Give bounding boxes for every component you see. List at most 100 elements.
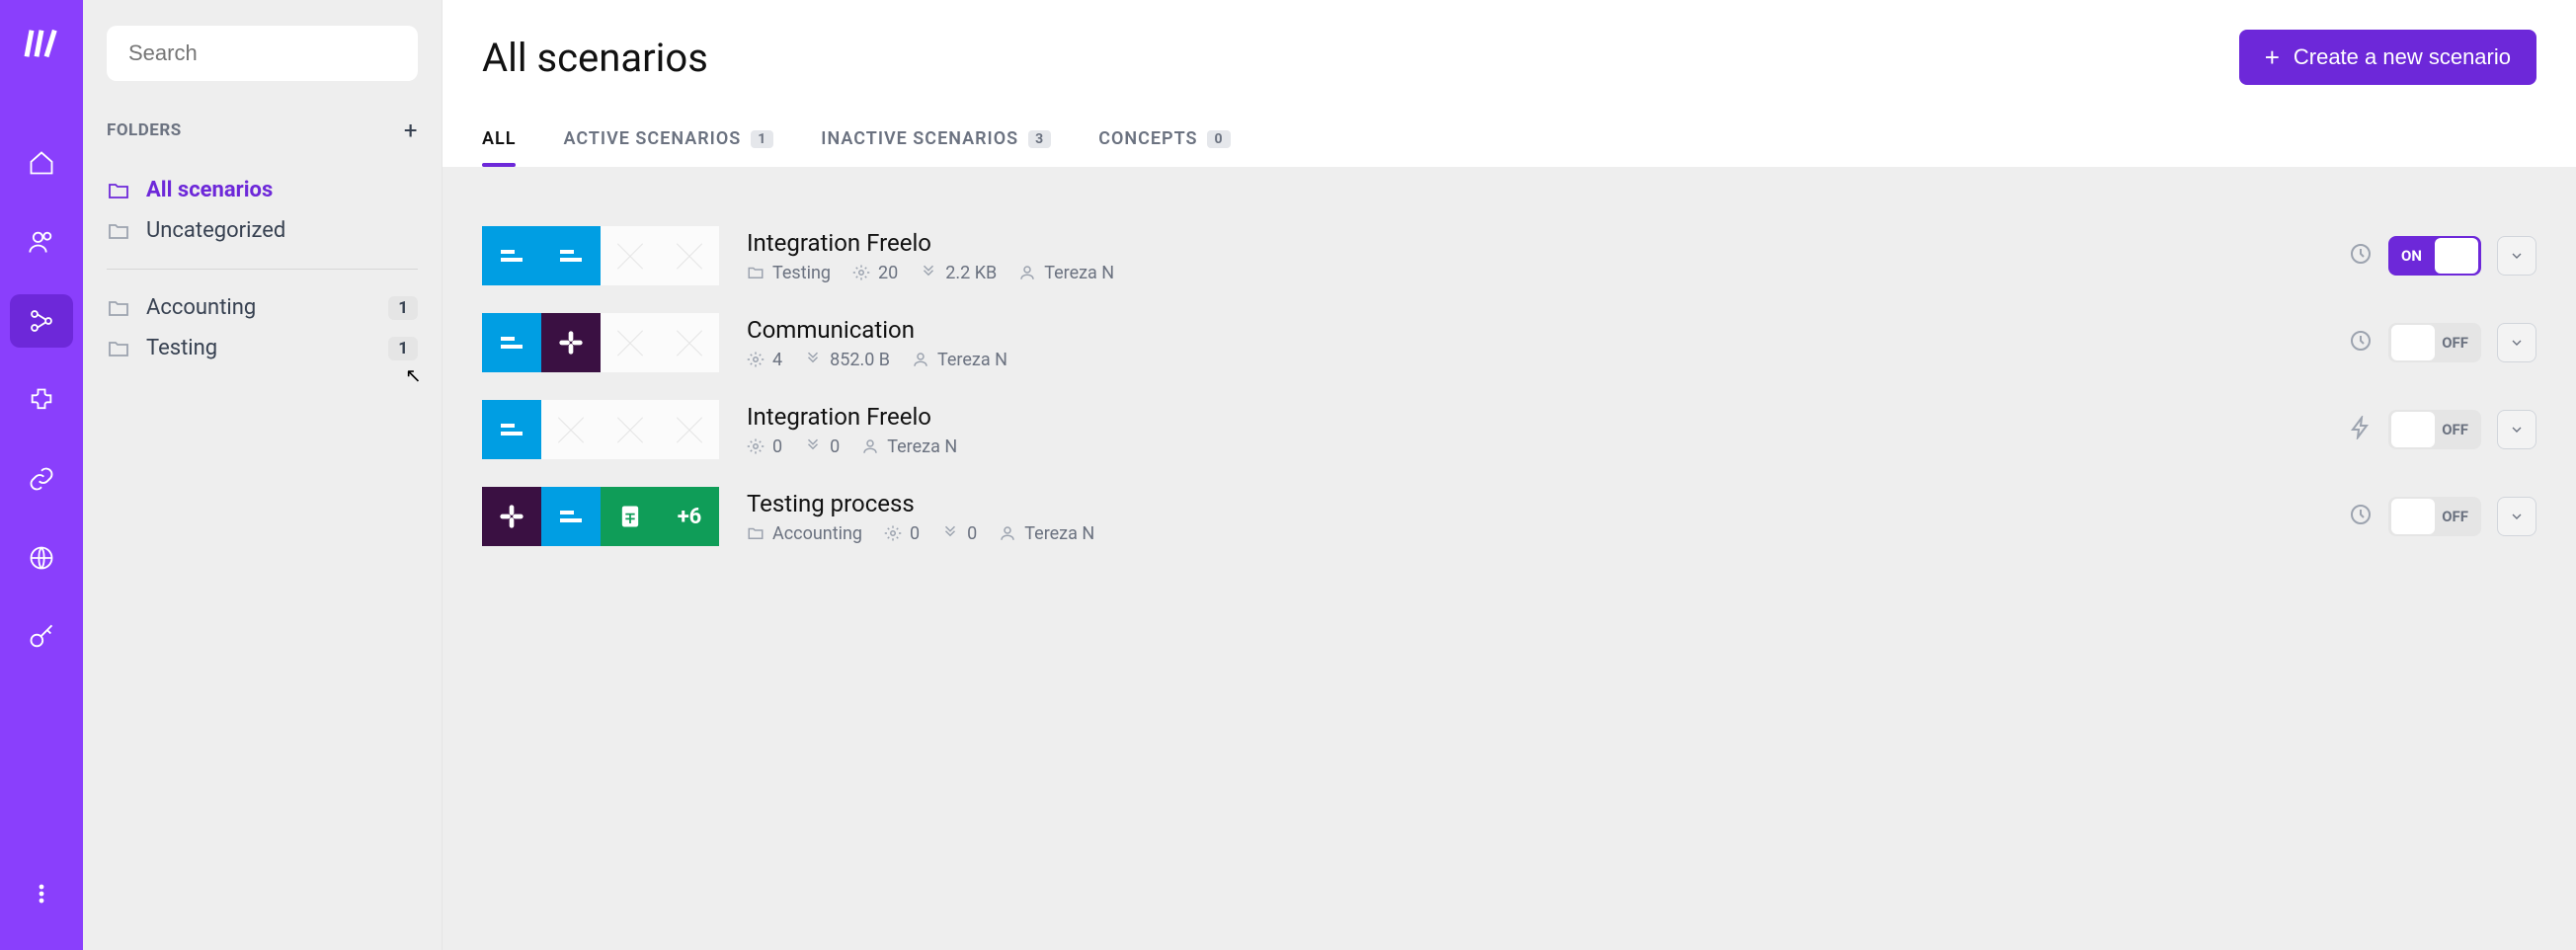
folder-count: 1: [388, 337, 418, 360]
scenario-toggle[interactable]: OFF: [2388, 410, 2481, 449]
folder-label: All scenarios: [146, 178, 273, 202]
search-input-wrap[interactable]: [107, 26, 418, 81]
clock-icon: [2349, 503, 2373, 530]
app-icon: [660, 313, 719, 372]
tab-label: ACTIVE SCENARIOS: [563, 128, 741, 149]
scenario-ops: 20: [852, 263, 898, 283]
scenario-user: Tereza N: [999, 523, 1094, 544]
folders-heading: FOLDERS: [107, 120, 182, 140]
tab-label: INACTIVE SCENARIOS: [821, 128, 1018, 149]
tab-concepts[interactable]: CONCEPTS 0: [1098, 119, 1230, 167]
nav-globe[interactable]: [10, 531, 73, 585]
scenario-folder: Testing: [747, 263, 831, 283]
folder-all-scenarios[interactable]: All scenarios: [107, 170, 418, 210]
nav-plugins[interactable]: [10, 373, 73, 427]
scenario-size: 2.2 KB: [920, 263, 997, 283]
scenario-size: 0: [804, 436, 840, 457]
scenario-ops: 4: [747, 350, 782, 370]
nav-users[interactable]: [10, 215, 73, 269]
tab-label: CONCEPTS: [1098, 128, 1197, 149]
scenario-user: Tereza N: [861, 436, 957, 457]
folder-testing[interactable]: Testing 1: [107, 328, 418, 368]
app-icon: +6: [660, 487, 719, 546]
nav-scenarios[interactable]: [10, 294, 73, 348]
folder-uncategorized[interactable]: Uncategorized: [107, 210, 418, 251]
scenario-row[interactable]: Integration Freelo Testing 20 2.2 KB Tereza …: [482, 212, 2536, 299]
scenario-row[interactable]: Integration Freelo00Tereza NOFF: [482, 386, 2536, 473]
app-icon: [601, 226, 660, 285]
tab-active[interactable]: ACTIVE SCENARIOS 1: [563, 119, 773, 167]
scenario-user: Tereza N: [1018, 263, 1114, 283]
scenario-size: 852.0 B: [804, 350, 890, 370]
tab-badge: 0: [1207, 130, 1230, 148]
app-icon: [601, 400, 660, 459]
plus-icon: +: [2265, 44, 2280, 70]
folder-count: 1: [388, 296, 418, 320]
tab-label: ALL: [482, 128, 516, 149]
app-icon: [482, 313, 541, 372]
scenario-meta: Testing 20 2.2 KB Tereza N: [747, 263, 2321, 283]
app-logo: [18, 20, 65, 67]
bolt-icon: [2349, 416, 2373, 443]
nav-more[interactable]: [10, 867, 73, 920]
scenario-user: Tereza N: [912, 350, 1007, 370]
scenario-list: Integration Freelo Testing 20 2.2 KB Tereza …: [443, 167, 2576, 950]
scenario-menu-button[interactable]: [2497, 323, 2536, 362]
scenario-name: Communication: [747, 316, 2321, 344]
tab-badge: 1: [751, 130, 773, 148]
tab-all[interactable]: ALL: [482, 119, 516, 167]
app-icon: [482, 226, 541, 285]
tab-inactive[interactable]: INACTIVE SCENARIOS 3: [821, 119, 1051, 167]
scenario-controls: OFF: [2349, 410, 2536, 449]
scenario-name: Testing process: [747, 490, 2321, 517]
app-icon: [541, 487, 601, 546]
scenario-apps: [482, 400, 719, 459]
scenario-info: Integration Freelo00Tereza N: [747, 403, 2321, 457]
sidebar: FOLDERS + All scenarios Uncategorized Ac…: [83, 0, 443, 950]
app-icon: [660, 226, 719, 285]
folder-accounting[interactable]: Accounting 1: [107, 287, 418, 328]
scenario-meta: 0 0 Tereza N: [747, 436, 2321, 457]
scenario-controls: OFF: [2349, 323, 2536, 362]
scenario-info: Integration Freelo Testing 20 2.2 KB Tereza …: [747, 229, 2321, 283]
scenario-folder: Accounting: [747, 523, 862, 544]
scenario-controls: OFF: [2349, 497, 2536, 536]
folder-label: Accounting: [146, 295, 256, 320]
scenario-menu-button[interactable]: [2497, 236, 2536, 276]
scenario-menu-button[interactable]: [2497, 497, 2536, 536]
search-input[interactable]: [128, 40, 396, 66]
tabs: ALL ACTIVE SCENARIOS 1 INACTIVE SCENARIO…: [482, 119, 2536, 167]
app-icon: [660, 400, 719, 459]
app-icon: [601, 313, 660, 372]
add-folder-button[interactable]: +: [404, 117, 418, 144]
scenario-apps: [482, 313, 719, 372]
create-scenario-label: Create a new scenario: [2294, 44, 2511, 70]
page-title: All scenarios: [482, 35, 708, 81]
scenario-meta: Accounting 00 Tereza N: [747, 523, 2321, 544]
scenario-toggle[interactable]: OFF: [2388, 323, 2481, 362]
scenario-row[interactable]: Communication 4 852.0 B Tereza N OFF: [482, 299, 2536, 386]
scenario-row[interactable]: +6 Testing process Accounting 00 Tereza N OFF: [482, 473, 2536, 560]
scenario-ops: 0: [884, 523, 920, 544]
app-icon: [541, 400, 601, 459]
create-scenario-button[interactable]: + Create a new scenario: [2239, 30, 2536, 85]
scenario-meta: 4 852.0 B Tereza N: [747, 350, 2321, 370]
nav-keys[interactable]: [10, 610, 73, 664]
folder-label: Testing: [146, 336, 217, 360]
nav-home[interactable]: [10, 136, 73, 190]
folder-label: Uncategorized: [146, 218, 285, 243]
scenario-menu-button[interactable]: [2497, 410, 2536, 449]
nav-rail: [0, 0, 83, 950]
scenario-ops: 0: [747, 436, 782, 457]
scenario-info: Communication 4 852.0 B Tereza N: [747, 316, 2321, 370]
scenario-apps: +6: [482, 487, 719, 546]
scenario-name: Integration Freelo: [747, 229, 2321, 257]
scenario-toggle[interactable]: ON: [2388, 236, 2481, 276]
main: All scenarios + Create a new scenario AL…: [443, 0, 2576, 950]
nav-links[interactable]: [10, 452, 73, 506]
scenario-size: 0: [941, 523, 977, 544]
scenario-apps: [482, 226, 719, 285]
scenario-info: Testing process Accounting 00 Tereza N: [747, 490, 2321, 544]
scenario-toggle[interactable]: OFF: [2388, 497, 2481, 536]
clock-icon: [2349, 242, 2373, 270]
